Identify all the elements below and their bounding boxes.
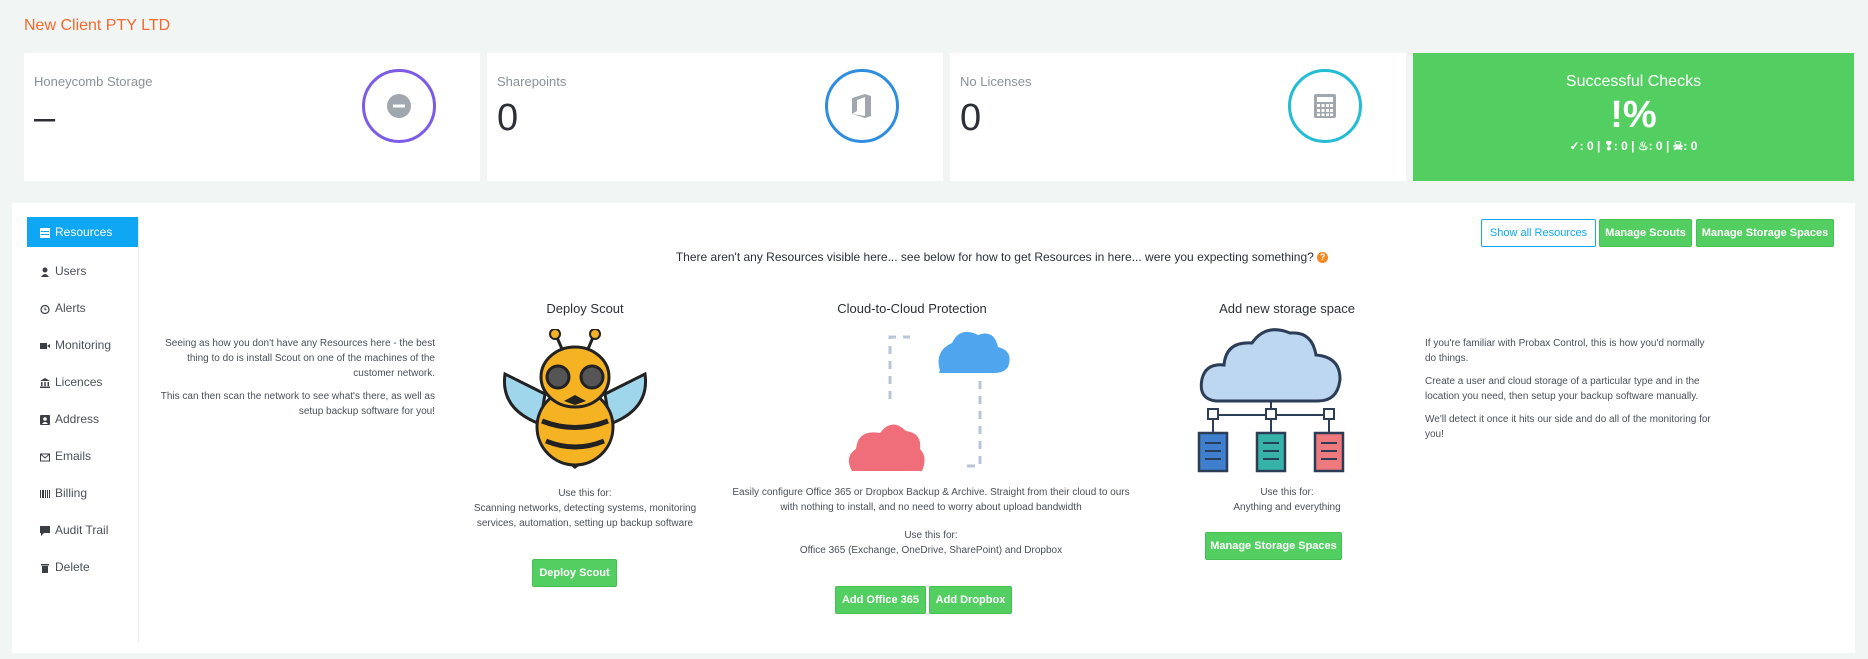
empty-resources-notice: There aren't any Resources visible here.… <box>12 250 1855 264</box>
add-dropbox-button[interactable]: Add Dropbox <box>929 586 1012 614</box>
sidebar: Resources Users Alerts Monitoring Licenc… <box>27 217 139 642</box>
stat-label: No Licenses <box>960 74 1032 89</box>
sidebar-item-audit-trail[interactable]: Audit Trail <box>27 511 138 548</box>
trash-icon <box>40 562 50 573</box>
deploy-scout-button[interactable]: Deploy Scout <box>532 559 617 587</box>
manage-storage-spaces-button[interactable]: Manage Storage Spaces <box>1696 219 1834 247</box>
cloud-use: Use this for: Office 365 (Exchange, OneD… <box>724 528 1138 558</box>
sidebar-item-resources[interactable]: Resources <box>27 217 138 247</box>
sidebar-item-label: Users <box>55 263 87 278</box>
fire-icon: ♨ <box>1637 139 1649 153</box>
storage-use: Use this for: Anything and everything <box>1162 485 1412 515</box>
cloud-protection-title: Cloud-to-Cloud Protection <box>837 301 987 316</box>
company-name: New Client PTY LTD <box>24 17 171 34</box>
list-icon <box>40 227 50 238</box>
clock-icon <box>40 303 50 314</box>
successful-checks-title: Successful Checks <box>1565 73 1702 90</box>
scout-use-label: Use this for: <box>558 488 612 499</box>
manual-setup-p2: Create a user and cloud storage of a par… <box>1425 376 1700 402</box>
scout-intro-p1: Seeing as how you don't have any Resourc… <box>165 338 435 379</box>
barcode-icon <box>40 488 50 498</box>
add-office-365-button[interactable]: Add Office 365 <box>835 586 926 614</box>
sidebar-item-label: Resources <box>55 225 113 239</box>
storage-use-label: Use this for: <box>1260 487 1314 498</box>
check-icon: ✓ <box>1569 139 1580 153</box>
resources-panel: Resources Users Alerts Monitoring Licenc… <box>12 203 1855 653</box>
scout-use: Use this for: Scanning networks, detecti… <box>460 486 710 531</box>
stat-value: – <box>34 97 56 139</box>
cloud-desc: Easily configure Office 365 or Dropbox B… <box>732 487 1130 513</box>
sidebar-item-label: Monitoring <box>55 337 112 352</box>
manual-setup-p3: We'll detect it once it hits our side an… <box>1425 414 1711 440</box>
help-icon[interactable]: ? <box>1317 252 1329 264</box>
contact-icon <box>40 414 50 425</box>
scout-intro: Seeing as how you don't have any Resourc… <box>160 336 435 419</box>
sidebar-item-emails[interactable]: Emails <box>27 437 138 474</box>
successful-checks-value: !% <box>1610 94 1657 136</box>
stat-card-sharepoints: Sharepoints 0 <box>487 53 943 181</box>
notice-text: There aren't any Resources visible here.… <box>675 250 1314 264</box>
stat-label: Honeycomb Storage <box>34 74 153 89</box>
storage-use-text: Anything and everything <box>1233 502 1341 513</box>
manage-scouts-button[interactable]: Manage Scouts <box>1599 219 1692 247</box>
failed-count: 0 <box>1690 139 1698 153</box>
video-icon <box>40 340 50 350</box>
minus-circle-icon <box>362 69 436 143</box>
stat-value: 0 <box>497 97 519 139</box>
manage-storage-spaces-card-button[interactable]: Manage Storage Spaces <box>1205 532 1342 560</box>
bolt-icon: ❢ <box>1603 139 1614 153</box>
sidebar-item-label: Billing <box>55 485 88 500</box>
calculator-icon <box>1288 69 1362 143</box>
sidebar-item-label: Delete <box>55 559 90 574</box>
cloud-use-label: Use this for: <box>904 530 958 541</box>
warning-count: 0 <box>1621 139 1628 153</box>
sidebar-item-monitoring[interactable]: Monitoring <box>27 326 138 363</box>
sidebar-item-address[interactable]: Address <box>27 400 138 437</box>
sidebar-item-delete[interactable]: Delete <box>27 548 138 585</box>
sidebar-item-label: Address <box>55 411 100 426</box>
sidebar-item-alerts[interactable]: Alerts <box>27 289 138 326</box>
sidebar-item-billing[interactable]: Billing <box>27 474 138 511</box>
storage-space-illustration <box>1197 328 1345 473</box>
skull-icon: ☠ <box>1672 139 1684 153</box>
stat-label: Sharepoints <box>497 74 567 89</box>
scout-intro-p2: This can then scan the network to see wh… <box>160 391 435 417</box>
stat-card-honeycomb-storage: Honeycomb Storage – <box>24 53 480 181</box>
sidebar-item-label: Alerts <box>55 300 86 315</box>
sidebar-item-label: Emails <box>55 448 92 463</box>
add-storage-space-title: Add new storage space <box>1219 301 1355 316</box>
comment-icon <box>40 525 50 536</box>
bank-icon <box>40 377 50 388</box>
error-count: 0 <box>1655 139 1663 153</box>
stat-card-no-licenses: No Licenses 0 <box>950 53 1406 181</box>
envelope-icon <box>40 451 50 461</box>
successful-checks-card: Successful Checks !% ✓: 0 | ❢: 0 | ♨: 0 … <box>1413 53 1854 181</box>
check-count: 0 <box>1586 139 1594 153</box>
office-icon <box>825 69 899 143</box>
check-counts: ✓: 0 | ❢: 0 | ♨: 0 | ☠: 0 <box>1569 139 1698 153</box>
sidebar-item-label: Licences <box>55 374 103 389</box>
cloud-use-text: Office 365 (Exchange, OneDrive, SharePoi… <box>799 545 1063 556</box>
sidebar-item-label: Audit Trail <box>55 522 109 537</box>
sidebar-item-licences[interactable]: Licences <box>27 363 138 400</box>
manual-setup-info: If you're familiar with Probax Control, … <box>1425 336 1715 442</box>
user-icon <box>40 266 50 277</box>
bee-scout-illustration <box>502 329 648 469</box>
stat-value: 0 <box>960 97 982 139</box>
manual-setup-p1: If you're familiar with Probax Control, … <box>1425 338 1705 364</box>
deploy-scout-title: Deploy Scout <box>546 301 624 316</box>
cloud-to-cloud-illustration <box>848 331 1010 471</box>
show-all-resources-button[interactable]: Show all Resources <box>1481 219 1596 247</box>
scout-use-text: Scanning networks, detecting systems, mo… <box>473 503 697 529</box>
